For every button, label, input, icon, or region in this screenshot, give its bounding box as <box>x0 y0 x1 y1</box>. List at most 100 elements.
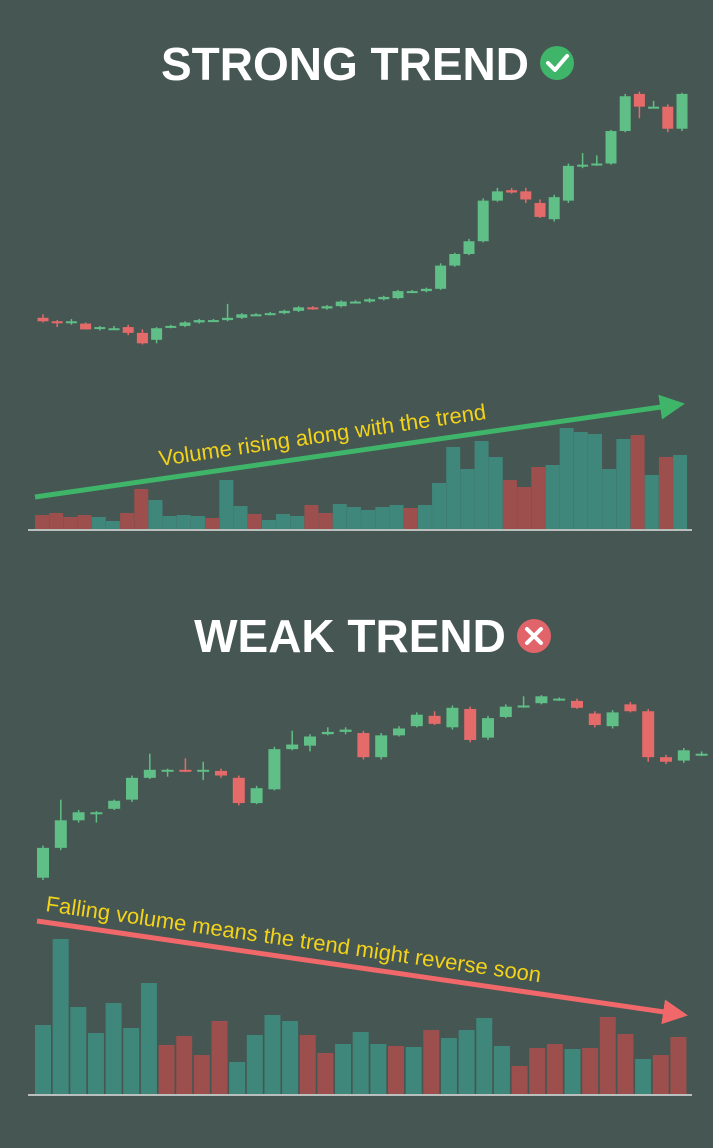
volume-bar <box>460 469 475 529</box>
volume-bar <box>502 480 517 529</box>
volume-bar <box>120 513 135 529</box>
strong-trend-panel: STRONG TREND Volume rising along with th… <box>28 38 692 531</box>
candle-body <box>591 163 603 166</box>
candle-body <box>90 812 103 815</box>
candle-body <box>143 769 156 778</box>
candle-body <box>136 332 148 344</box>
volume-bar <box>77 515 92 529</box>
candle-body <box>250 314 262 317</box>
candle-body <box>642 711 655 758</box>
volume-bar <box>630 435 645 529</box>
candle-body <box>264 313 276 316</box>
volume-bar <box>564 1049 581 1094</box>
volume-bar <box>602 469 617 529</box>
volume-bar <box>261 520 276 529</box>
volume-bar <box>332 504 347 529</box>
candle-body <box>491 191 503 201</box>
candle-body <box>364 299 376 302</box>
candle-body <box>165 325 177 328</box>
candle-body <box>446 707 459 728</box>
volume-bar <box>446 447 461 529</box>
candle-body <box>339 729 352 732</box>
candle-body <box>463 241 475 254</box>
candle-body <box>506 190 518 193</box>
candle-body <box>151 328 163 340</box>
volume-bar <box>35 1025 51 1094</box>
volume-bar <box>123 1028 140 1094</box>
volume-bar <box>493 1046 510 1094</box>
candle-body <box>378 296 390 300</box>
candle-body <box>161 769 174 772</box>
volume-bar <box>670 1037 687 1094</box>
volume-bar <box>361 510 376 529</box>
volume-bar <box>318 513 333 529</box>
candle-body <box>126 777 138 800</box>
candle-body <box>108 328 120 331</box>
candle-body <box>449 254 461 266</box>
volume-bar <box>176 515 191 529</box>
volume-bar <box>432 483 447 529</box>
volume-bar <box>673 455 688 529</box>
volume-bar <box>317 1053 334 1094</box>
volume-bar <box>148 500 163 529</box>
candle-body <box>37 847 49 878</box>
candle-body <box>179 322 191 326</box>
weak-trend-panel: WEAK TREND Falling volume means the tren… <box>28 610 708 1096</box>
check-icon <box>540 46 574 80</box>
volume-bar <box>511 1066 528 1094</box>
trend-volume-infographic: STRONG TREND Volume rising along with th… <box>28 38 708 1096</box>
volume-bar <box>635 1059 652 1094</box>
candle-body <box>695 753 708 756</box>
strong-trend-title: STRONG TREND <box>161 38 529 90</box>
volume-bar <box>304 505 319 529</box>
volume-bar <box>105 521 120 529</box>
candle-body <box>499 706 512 717</box>
volume-bar <box>91 517 106 529</box>
candle-body <box>676 93 688 129</box>
volume-bar <box>405 1047 422 1094</box>
candle-body <box>215 770 227 776</box>
volume-bar <box>63 517 78 529</box>
volume-bar <box>246 1035 263 1094</box>
volume-bar <box>346 507 361 529</box>
candle-body <box>392 291 404 299</box>
candle-body <box>222 317 234 321</box>
volume-bar <box>299 1035 316 1094</box>
candle-body <box>548 197 560 220</box>
volume-bar <box>70 1007 87 1094</box>
candle-body <box>534 202 546 217</box>
candle-body <box>435 265 447 289</box>
candle-body <box>588 713 601 726</box>
candle-body <box>619 96 631 132</box>
volume-bar <box>423 1030 440 1094</box>
candle-body <box>553 698 566 701</box>
candle-body <box>122 327 134 333</box>
volume-bar <box>247 514 262 529</box>
volume-bar <box>211 1021 228 1094</box>
volume-bar <box>370 1044 387 1094</box>
volume-bar <box>219 480 234 529</box>
candle-body <box>464 708 477 740</box>
volume-bar <box>531 467 546 529</box>
volume-bar <box>458 1030 475 1094</box>
volume-bar <box>599 1017 616 1094</box>
volume-bar <box>264 1015 281 1094</box>
volume-bar <box>233 506 248 529</box>
candle-body <box>420 288 432 292</box>
candle-body <box>477 200 489 242</box>
candle-body <box>232 777 245 804</box>
candle-body <box>293 307 305 311</box>
volume-bar <box>417 505 432 529</box>
candle-body <box>51 321 63 324</box>
candle-body <box>375 735 388 758</box>
candle-body <box>606 712 619 727</box>
candle-body <box>304 736 316 746</box>
volume-bar <box>52 939 69 1094</box>
candle-body <box>197 769 210 772</box>
volume-bar <box>559 428 574 529</box>
candle-body <box>286 744 299 750</box>
volume-bar <box>546 1044 563 1094</box>
candle-body <box>268 749 281 790</box>
volume-bar <box>476 1018 493 1094</box>
candle-body <box>54 820 67 848</box>
